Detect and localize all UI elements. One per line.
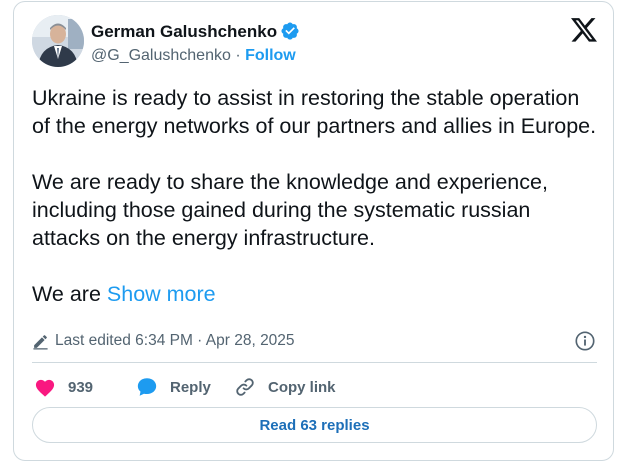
link-icon	[236, 378, 254, 396]
divider	[32, 362, 597, 363]
tweet-text: Ukraine is ready to assist in restoring …	[32, 84, 602, 308]
follow-button[interactable]: Follow	[245, 47, 296, 64]
edited-timestamp[interactable]: Last edited 6:34 PM · Apr 28, 2025	[32, 332, 295, 350]
copy-link-label: Copy link	[268, 378, 336, 396]
author-name[interactable]: German Galushchenko	[91, 22, 277, 42]
tweet-paragraph-truncated: We are Show more	[32, 280, 602, 308]
reply-button[interactable]: Reply	[136, 374, 211, 400]
like-button[interactable]: 939	[34, 374, 93, 400]
tweet-card: German Galushchenko @G_Galushchenko · Fo…	[13, 1, 614, 461]
x-logo-icon[interactable]	[571, 18, 597, 42]
tweet-paragraph: We are ready to share the knowledge and …	[32, 170, 548, 250]
handle-separator: ·	[230, 47, 246, 64]
tweet-paragraph: Ukraine is ready to assist in restoring …	[32, 86, 597, 138]
info-icon[interactable]	[574, 330, 596, 352]
verified-badge-icon	[281, 22, 299, 40]
heart-icon	[35, 379, 55, 397]
author-handle[interactable]: @G_Galushchenko	[91, 47, 231, 64]
avatar[interactable]	[32, 15, 84, 67]
avatar-photo	[32, 15, 84, 67]
handle-line: @G_Galushchenko · Follow	[91, 47, 296, 65]
edited-label: Last edited 6:34 PM · Apr 28, 2025	[55, 332, 295, 349]
reply-label: Reply	[170, 378, 211, 396]
copy-link-button[interactable]: Copy link	[234, 374, 336, 400]
like-count: 939	[68, 378, 94, 396]
show-more-link[interactable]: Show more	[107, 282, 216, 306]
action-bar: 939 Reply Copy link	[32, 374, 592, 400]
truncated-text: We are	[32, 282, 107, 306]
pencil-icon	[33, 334, 48, 350]
reply-bubble-icon	[137, 378, 157, 396]
read-replies-button[interactable]: Read 63 replies	[32, 407, 597, 443]
